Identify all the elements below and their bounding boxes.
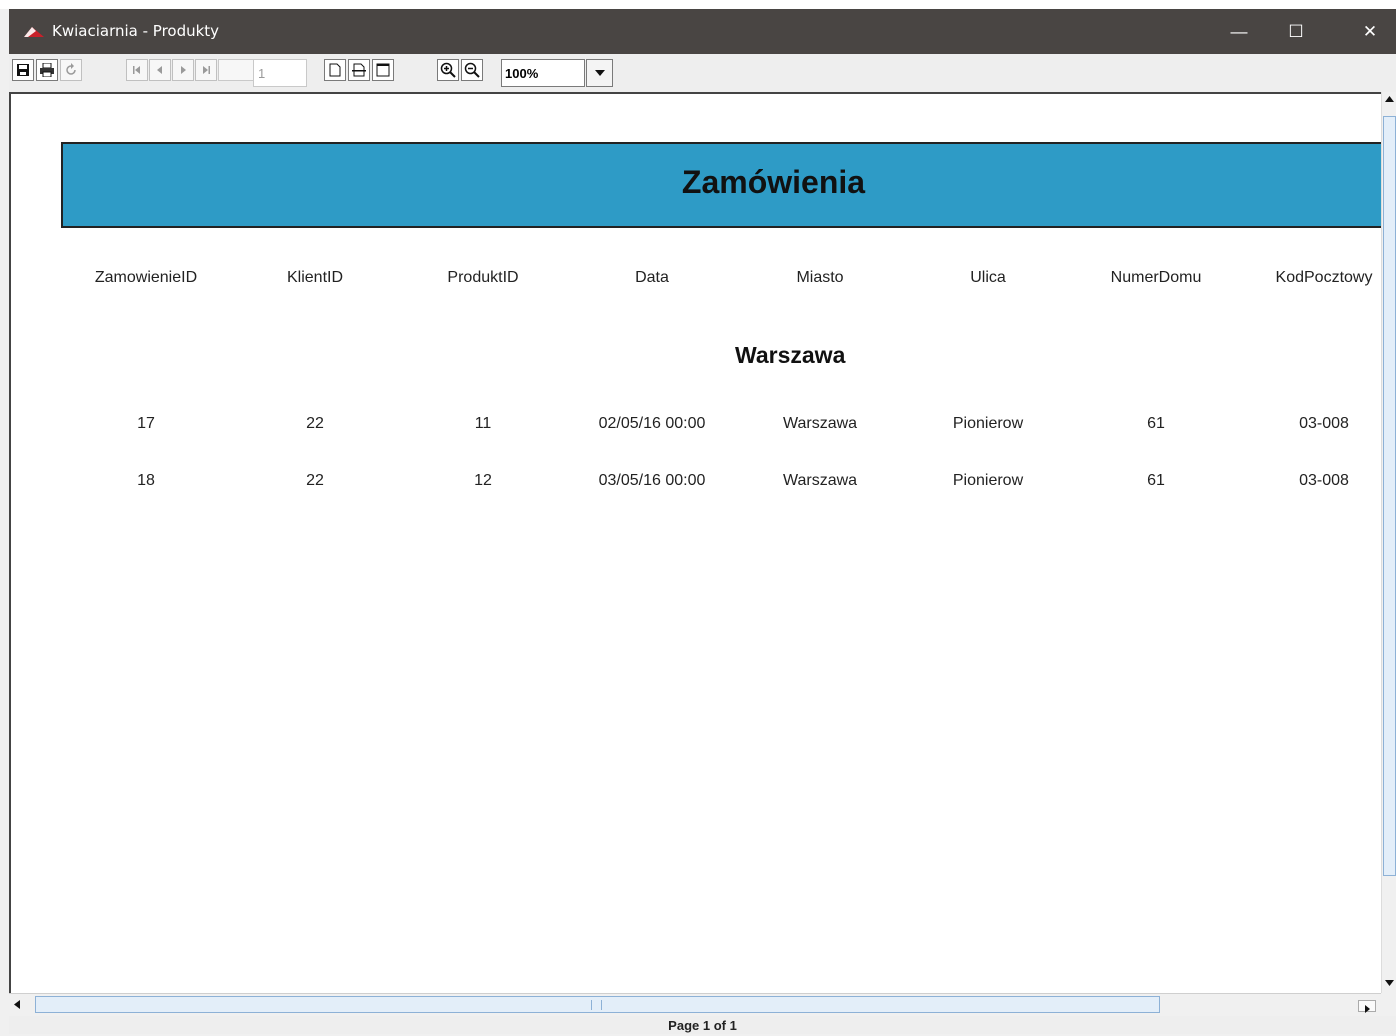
last-page-button[interactable]: [195, 59, 217, 81]
zoom-dropdown-button[interactable]: [586, 59, 613, 87]
first-page-button[interactable]: [126, 59, 148, 81]
column-header: KodPocztowy: [1275, 269, 1373, 286]
zoom-out-button[interactable]: [461, 59, 483, 81]
actual-size-button[interactable]: [324, 59, 346, 81]
fit-width-button[interactable]: [348, 59, 370, 81]
table-cell: 11: [474, 415, 492, 432]
column-header: ZamowienieID: [94, 269, 198, 286]
table-cell: 61: [1147, 472, 1165, 489]
zoom-out-icon: [464, 62, 480, 78]
reload-button[interactable]: [60, 59, 82, 81]
report-title: Zamówienia: [681, 164, 866, 200]
last-page-icon: [203, 66, 210, 74]
table-cell: 03/05/16 00:00: [598, 472, 706, 489]
save-icon: [17, 64, 29, 76]
page-spacer: [218, 59, 254, 81]
close-button[interactable]: ✕: [1347, 9, 1393, 54]
table-cell: 02/05/16 00:00: [598, 415, 706, 432]
page-status: Page 1 of 1: [9, 1016, 1396, 1034]
column-header: KlientID: [286, 269, 344, 286]
table-cell: 22: [306, 472, 324, 489]
column-header: ProduktID: [447, 269, 519, 286]
next-page-icon: [181, 66, 186, 74]
scroll-down-icon[interactable]: [1385, 980, 1394, 986]
scroll-up-icon[interactable]: [1385, 96, 1394, 102]
next-page-button[interactable]: [172, 59, 194, 81]
page-number-input[interactable]: 1: [253, 59, 307, 87]
column-header: Data: [635, 269, 669, 286]
table-cell: 03-008: [1299, 415, 1349, 432]
first-page-icon: [133, 66, 140, 74]
maximize-icon: ☐: [1288, 21, 1304, 41]
table-cell: Pionierow: [952, 415, 1024, 432]
zoom-in-button[interactable]: [437, 59, 459, 81]
scroll-grip-icon: [591, 1000, 602, 1010]
window-titlebar[interactable]: Kwiaciarnia - Produkty — ☐ ✕: [9, 9, 1396, 54]
horizontal-scrollbar[interactable]: [9, 993, 1381, 1016]
previous-page-icon: [157, 66, 162, 74]
table-cell: 03-008: [1299, 472, 1349, 489]
scroll-right-button[interactable]: [1358, 1000, 1376, 1013]
fit-page-icon: [376, 63, 390, 77]
table-cell: Pionierow: [952, 472, 1024, 489]
fit-page-button[interactable]: [372, 59, 394, 81]
horizontal-scroll-thumb[interactable]: [35, 996, 1160, 1013]
app-logo-icon: [24, 27, 44, 37]
maximize-button[interactable]: ☐: [1273, 9, 1319, 54]
column-header: NumerDomu: [1110, 269, 1202, 286]
vertical-scrollbar[interactable]: [1381, 92, 1396, 993]
previous-page-button[interactable]: [149, 59, 171, 81]
save-button[interactable]: [12, 59, 34, 81]
column-header: Miasto: [796, 269, 844, 286]
fit-width-icon: [352, 63, 366, 77]
reload-icon: [66, 63, 76, 75]
report-toolbar: 1 100%: [9, 54, 1396, 93]
table-cell: 17: [137, 415, 155, 432]
table-cell: 12: [474, 472, 492, 489]
close-icon: ✕: [1362, 21, 1378, 41]
table-cell: 61: [1147, 415, 1165, 432]
scroll-left-icon[interactable]: [14, 1000, 20, 1009]
table-cell: Warszawa: [782, 472, 858, 489]
dropdown-arrow-icon: [594, 70, 605, 76]
report-viewer[interactable]: Zamówienia ZamowienieID KlientID Produkt…: [9, 92, 1381, 993]
vertical-scroll-thumb[interactable]: [1383, 116, 1396, 876]
minimize-icon: —: [1230, 21, 1248, 41]
scroll-right-icon: [1365, 1005, 1370, 1013]
actual-size-icon: [329, 63, 341, 77]
zoom-in-icon: [440, 62, 456, 78]
print-icon: [40, 63, 54, 77]
zoom-level-field[interactable]: 100%: [501, 59, 585, 87]
window-title: Kwiaciarnia - Produkty: [52, 22, 220, 40]
desktop-strip: [0, 0, 1396, 9]
table-cell: Warszawa: [782, 415, 858, 432]
group-header: Warszawa: [735, 342, 846, 368]
minimize-button[interactable]: —: [1216, 9, 1262, 54]
report-page: Zamówienia ZamowienieID KlientID Produkt…: [11, 94, 1381, 993]
table-cell: 22: [306, 415, 324, 432]
table-cell: 18: [137, 472, 155, 489]
column-header: Ulica: [970, 269, 1006, 286]
print-button[interactable]: [36, 59, 58, 81]
